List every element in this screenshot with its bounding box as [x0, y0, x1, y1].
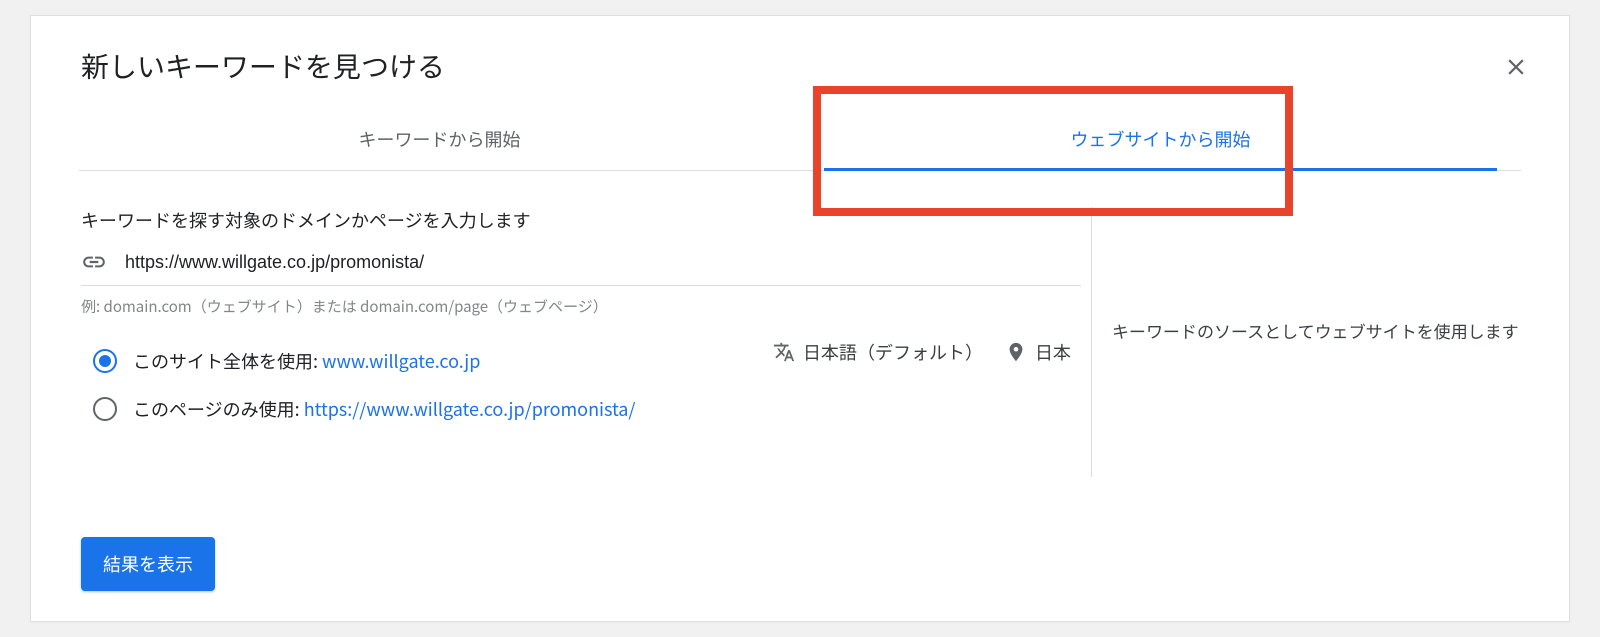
- show-results-button[interactable]: 結果を表示: [81, 537, 215, 591]
- url-input[interactable]: [125, 252, 1081, 273]
- radio-label-text: このページのみ使用:: [133, 396, 304, 422]
- form-column: キーワードを探す対象のドメインかページを入力します 例: domain.com（…: [81, 207, 1081, 477]
- url-prompt-label: キーワードを探す対象のドメインかページを入力します: [81, 207, 1081, 233]
- radio-label-wrapper: このページのみ使用: https://www.willgate.co.jp/pr…: [133, 396, 635, 422]
- url-example-text: 例: domain.com（ウェブサイト）または domain.com/page…: [81, 294, 641, 320]
- close-icon: [1503, 54, 1529, 80]
- radio-link-text: www.willgate.co.jp: [322, 348, 480, 374]
- radio-this-page-only[interactable]: このページのみ使用: https://www.willgate.co.jp/pr…: [93, 396, 1081, 422]
- location-pin-icon: [1005, 341, 1027, 363]
- tab-start-with-keyword[interactable]: キーワードから開始: [79, 110, 800, 170]
- radio-icon: [93, 397, 117, 421]
- tab-bar: キーワードから開始 ウェブサイトから開始: [79, 110, 1521, 171]
- language-selector[interactable]: 日本語（デフォルト）: [773, 339, 983, 365]
- language-label: 日本語（デフォルト）: [803, 339, 983, 365]
- dialog-card: 新しいキーワードを見つける キーワードから開始 ウェブサイトから開始 キーワード…: [30, 15, 1570, 622]
- close-button[interactable]: [1503, 54, 1529, 85]
- radio-icon: [93, 349, 117, 373]
- location-label: 日本: [1035, 339, 1071, 365]
- translate-icon: [773, 341, 795, 363]
- tab-start-with-website[interactable]: ウェブサイトから開始: [800, 110, 1521, 170]
- location-selector[interactable]: 日本: [1005, 339, 1071, 365]
- url-input-row: [81, 249, 1081, 286]
- link-icon: [81, 249, 107, 275]
- info-column: キーワードのソースとしてウェブサイトを使用します: [1112, 207, 1519, 477]
- page-title: 新しいキーワードを見つける: [81, 46, 1519, 86]
- radio-label-wrapper: このサイト全体を使用: www.willgate.co.jp: [133, 348, 480, 374]
- sidebar-info-text: キーワードのソースとしてウェブサイトを使用します: [1112, 317, 1519, 346]
- vertical-divider: [1091, 207, 1092, 477]
- locale-row: 日本語（デフォルト） 日本: [773, 339, 1071, 365]
- radio-label-text: このサイト全体を使用:: [133, 348, 322, 374]
- radio-link-text: https://www.willgate.co.jp/promonista/: [304, 396, 636, 422]
- content-area: キーワードを探す対象のドメインかページを入力します 例: domain.com（…: [81, 207, 1519, 477]
